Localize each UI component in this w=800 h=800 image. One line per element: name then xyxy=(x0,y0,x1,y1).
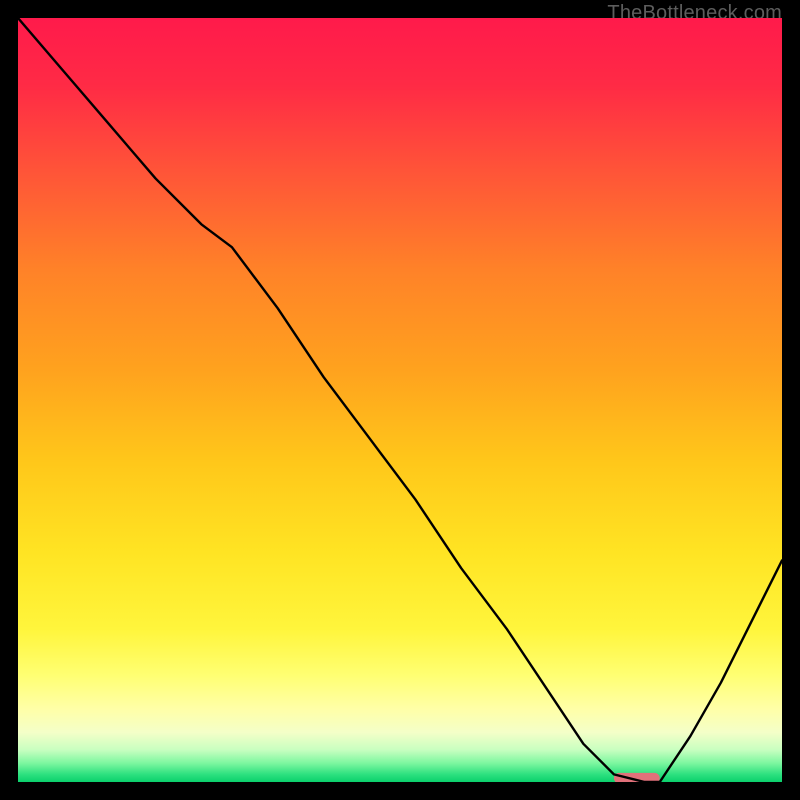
plot-area xyxy=(18,18,782,782)
chart-frame: TheBottleneck.com xyxy=(0,0,800,800)
bottleneck-chart xyxy=(18,18,782,782)
gradient-background xyxy=(18,18,782,782)
